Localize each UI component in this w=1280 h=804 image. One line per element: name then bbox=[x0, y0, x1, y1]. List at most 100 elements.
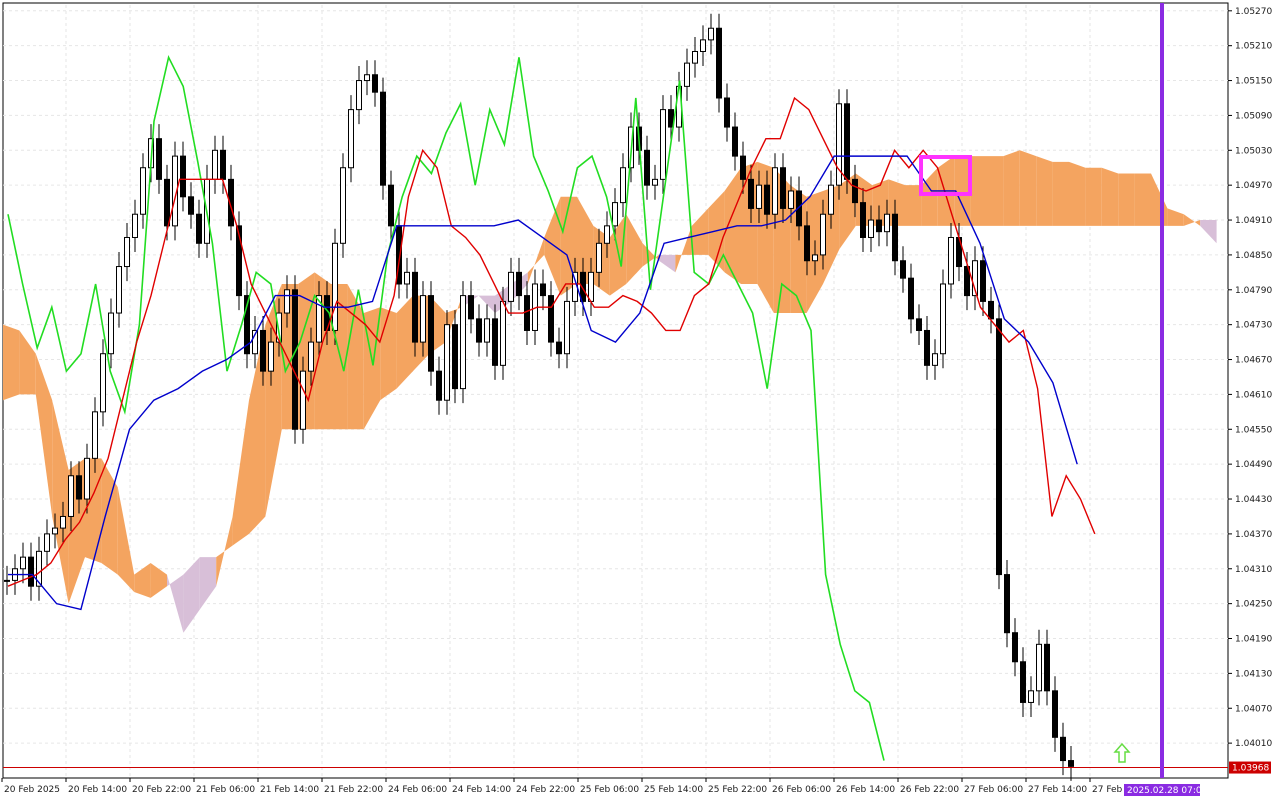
candle-body bbox=[44, 533, 50, 552]
x-tick-label: 26 Feb 22:00 bbox=[900, 785, 959, 795]
kumo-segment bbox=[1003, 150, 1020, 226]
x-tick-label: 25 Feb 14:00 bbox=[644, 785, 703, 795]
candle-body bbox=[716, 27, 722, 99]
x-tick-label: 20 Feb 22:00 bbox=[132, 785, 191, 795]
candle-body bbox=[492, 318, 498, 366]
candle-body bbox=[428, 295, 434, 372]
kumo-segment bbox=[1052, 161, 1069, 226]
ichimoku-chart[interactable]: 1.03968 2025.02.28 07:00 1.05270 1.05210 1.… bbox=[0, 0, 1280, 800]
candle-body bbox=[212, 149, 218, 180]
candle[interactable] bbox=[444, 310, 450, 415]
y-tick-label: 1.04730 bbox=[1235, 321, 1272, 331]
y-tick-label: 1.04790 bbox=[1235, 286, 1272, 296]
y-tick-label: 1.04010 bbox=[1235, 739, 1272, 749]
candle[interactable] bbox=[340, 153, 346, 258]
candle-body bbox=[924, 329, 930, 366]
candle-body bbox=[372, 74, 378, 93]
candle-body bbox=[748, 178, 754, 209]
candle-body bbox=[820, 213, 826, 256]
candle-body bbox=[756, 184, 762, 209]
candle-body bbox=[764, 184, 770, 215]
x-tick-label: 24 Feb 14:00 bbox=[452, 785, 511, 795]
candle-body bbox=[1052, 690, 1058, 738]
candle-body bbox=[412, 271, 418, 343]
candle-body bbox=[444, 324, 450, 401]
candle-body bbox=[612, 202, 618, 227]
candle-body bbox=[156, 138, 162, 180]
candle-body bbox=[588, 271, 594, 302]
candle-body bbox=[68, 475, 74, 517]
candle-body bbox=[660, 109, 666, 180]
candle-body bbox=[404, 271, 410, 285]
candle-body bbox=[516, 271, 522, 297]
candle-body bbox=[188, 196, 194, 215]
candle-body bbox=[980, 260, 986, 302]
candle-body bbox=[524, 295, 530, 331]
vline-label: 2025.02.28 07:00 bbox=[1127, 786, 1208, 796]
y-tick-label: 1.04910 bbox=[1235, 216, 1272, 226]
candle-body bbox=[124, 236, 130, 268]
x-tick-label: 27 Feb 06:00 bbox=[964, 785, 1023, 795]
candle-body bbox=[76, 475, 82, 500]
candle-body bbox=[788, 190, 794, 209]
candle[interactable] bbox=[660, 95, 666, 194]
candle-body bbox=[868, 219, 874, 238]
candle[interactable] bbox=[428, 281, 434, 386]
candle-body bbox=[84, 457, 90, 500]
candle-body bbox=[284, 289, 290, 314]
candle-body bbox=[812, 254, 818, 262]
candle[interactable] bbox=[460, 281, 466, 404]
candle-body bbox=[988, 300, 994, 320]
candle-body bbox=[132, 213, 138, 238]
x-tick-label: 27 Feb bbox=[1092, 785, 1123, 795]
kumo-segment bbox=[1019, 150, 1037, 226]
candle-body bbox=[140, 167, 146, 215]
y-tick-label: 1.04610 bbox=[1235, 390, 1272, 400]
y-tick-label: 1.04670 bbox=[1235, 356, 1272, 366]
y-tick-label: 1.04070 bbox=[1235, 704, 1272, 714]
candle-body bbox=[916, 318, 922, 331]
candle[interactable] bbox=[996, 304, 1002, 590]
candle-body bbox=[564, 300, 570, 355]
kumo-segment bbox=[1036, 156, 1053, 226]
candle[interactable] bbox=[836, 89, 842, 200]
x-tick-label: 20 Feb 14:00 bbox=[68, 785, 127, 795]
x-tick-label: 21 Feb 06:00 bbox=[196, 785, 255, 795]
candle-body bbox=[908, 277, 914, 320]
candle-body bbox=[804, 225, 810, 262]
y-tick-label: 1.05030 bbox=[1235, 146, 1272, 156]
y-tick-label: 1.04850 bbox=[1235, 251, 1272, 261]
candle[interactable] bbox=[716, 13, 722, 113]
kumo-segment bbox=[987, 156, 1004, 226]
candle-body bbox=[4, 579, 10, 582]
candle-body bbox=[604, 225, 610, 244]
candle-body bbox=[948, 236, 954, 285]
candle[interactable] bbox=[380, 77, 386, 200]
candle-body bbox=[652, 178, 658, 186]
candle-body bbox=[340, 167, 346, 244]
candle-body bbox=[332, 242, 338, 331]
x-tick-label: 21 Feb 22:00 bbox=[324, 785, 383, 795]
kumo-segment bbox=[3, 324, 20, 401]
candle-body bbox=[836, 103, 842, 186]
candle-body bbox=[732, 126, 738, 157]
candle-body bbox=[1044, 643, 1050, 692]
y-tick-label: 1.04970 bbox=[1235, 181, 1272, 191]
candle-body bbox=[596, 242, 602, 273]
x-tick-label: 27 Feb 14:00 bbox=[1028, 785, 1087, 795]
x-tick-label: 26 Feb 06:00 bbox=[772, 785, 831, 795]
chart-canvas[interactable]: 1.03968 2025.02.28 07:00 1.05270 1.05210 1.… bbox=[0, 0, 1280, 800]
y-tick-label: 1.04490 bbox=[1235, 460, 1272, 470]
candle-body bbox=[268, 341, 274, 372]
candle[interactable] bbox=[292, 275, 298, 444]
candle-body bbox=[1020, 661, 1026, 703]
current-price-label: 1.03968 bbox=[1232, 764, 1269, 774]
candle-body bbox=[20, 556, 26, 570]
candle[interactable] bbox=[412, 257, 418, 357]
candle[interactable] bbox=[940, 269, 946, 369]
candle-body bbox=[260, 329, 266, 372]
candle-body bbox=[380, 91, 386, 186]
candle-body bbox=[364, 74, 370, 82]
candle-body bbox=[1036, 643, 1042, 692]
candle-body bbox=[556, 341, 562, 355]
